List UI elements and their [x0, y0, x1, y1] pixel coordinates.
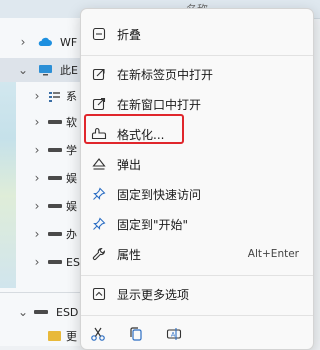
- tree-item-drive[interactable]: › 娱: [0, 194, 86, 218]
- folder-icon: [48, 331, 61, 341]
- new-tab-icon: [91, 66, 107, 82]
- tree-item-drive[interactable]: › 学: [0, 138, 86, 162]
- computer-icon: [38, 64, 53, 76]
- rename-icon[interactable]: A: [163, 323, 185, 345]
- tree-item-this-pc[interactable]: ⌄ 此E: [0, 58, 86, 82]
- tree-item-label: 娱: [66, 172, 77, 185]
- tree-item-label: 更: [66, 330, 77, 343]
- tree-item-label: 学: [66, 144, 77, 157]
- menu-item-label: 固定到快速访问: [117, 187, 202, 202]
- tree-item-folder[interactable]: 更: [0, 324, 86, 348]
- cut-icon[interactable]: [87, 323, 109, 345]
- menu-item-shortcut: Alt+Enter: [247, 248, 299, 260]
- menu-separator: [81, 315, 313, 316]
- tree-item-label: 办: [66, 228, 77, 241]
- menu-item-label: 在新标签页中打开: [117, 67, 214, 82]
- tree-item-label: ES: [66, 255, 80, 269]
- menu-item-label: 固定到"开始": [117, 217, 189, 232]
- chevron-right-icon[interactable]: ›: [30, 255, 44, 269]
- eject-icon: [91, 156, 107, 172]
- menu-item-eject[interactable]: 弹出: [85, 149, 309, 179]
- tree-item-drive[interactable]: › 软: [0, 110, 86, 134]
- new-window-icon: [91, 96, 107, 112]
- drive-icon: [48, 120, 62, 124]
- menu-item-label: 在新窗口中打开: [117, 97, 202, 112]
- pin-start-icon: [91, 216, 107, 232]
- chevron-down-icon[interactable]: ⌄: [16, 63, 30, 77]
- properties-icon: [91, 246, 107, 262]
- drive-icon: [48, 204, 62, 208]
- collapse-icon: [91, 26, 107, 42]
- chevron-down-icon[interactable]: ⌄: [16, 305, 30, 319]
- menu-bottom-action-bar: A: [81, 321, 313, 347]
- menu-separator: [81, 275, 313, 276]
- menu-item-label: 弹出: [117, 157, 142, 172]
- menu-item-pin-start[interactable]: 固定到"开始": [85, 209, 309, 239]
- chevron-right-icon[interactable]: ›: [16, 35, 30, 49]
- tree-item-drive[interactable]: › 娱: [0, 166, 86, 190]
- menu-item-show-more-options[interactable]: 显示更多选项: [85, 279, 309, 309]
- menu-item-open-new-tab[interactable]: 在新标签页中打开: [85, 59, 309, 89]
- menu-separator: [81, 55, 313, 56]
- menu-item-collapse[interactable]: 折叠: [85, 19, 309, 49]
- drive-icon: [34, 310, 48, 314]
- chevron-right-icon[interactable]: ›: [30, 227, 44, 241]
- format-item-highlight-box: [84, 114, 184, 144]
- menu-item-label: 折叠: [117, 27, 142, 42]
- tree-item-drive[interactable]: › ES: [0, 250, 86, 274]
- pin-icon: [91, 186, 107, 202]
- tree-item-system[interactable]: › 系: [0, 84, 86, 108]
- chevron-right-icon[interactable]: ›: [30, 115, 44, 129]
- drive-icon: [48, 148, 62, 152]
- drive-icon: [48, 232, 62, 236]
- tree-item-wf[interactable]: › WF: [0, 30, 86, 54]
- drive-icon: [48, 176, 62, 180]
- gallery-icon: [48, 90, 61, 103]
- tree-item-label: 系: [66, 90, 77, 103]
- menu-item-label: 属性: [117, 247, 142, 262]
- cloud-icon: [38, 37, 52, 47]
- tree-item-drive[interactable]: › 办: [0, 222, 86, 246]
- menu-item-properties[interactable]: 属性 Alt+Enter: [85, 239, 309, 269]
- menu-item-label: 显示更多选项: [117, 287, 190, 302]
- more-options-icon: [91, 286, 107, 302]
- tree-item-label: ESD: [56, 305, 79, 319]
- context-menu: 折叠 在新标签页中打开 在新窗口中打开 格式化... 弹出 固定到快速访问 固定…: [80, 8, 314, 350]
- tree-item-label: 娱: [66, 200, 77, 213]
- navigation-pane: › WF ⌄ 此E › 系 › 软 › 学 › 娱 › 娱 › 办 › ES ⌄…: [0, 18, 86, 346]
- chevron-right-icon[interactable]: ›: [30, 171, 44, 185]
- tree-item-label: WF: [60, 35, 78, 49]
- nav-separator: [0, 292, 86, 293]
- menu-item-pin-quick-access[interactable]: 固定到快速访问: [85, 179, 309, 209]
- chevron-right-icon[interactable]: ›: [30, 143, 44, 157]
- copy-icon[interactable]: [125, 323, 147, 345]
- tree-item-label: 软: [66, 116, 77, 129]
- tree-item-label: 此E: [60, 64, 78, 77]
- drive-icon: [48, 260, 62, 264]
- chevron-right-icon[interactable]: ›: [30, 199, 44, 213]
- chevron-right-icon[interactable]: ›: [30, 89, 44, 103]
- tree-item-esd[interactable]: ⌄ ESD: [0, 300, 86, 324]
